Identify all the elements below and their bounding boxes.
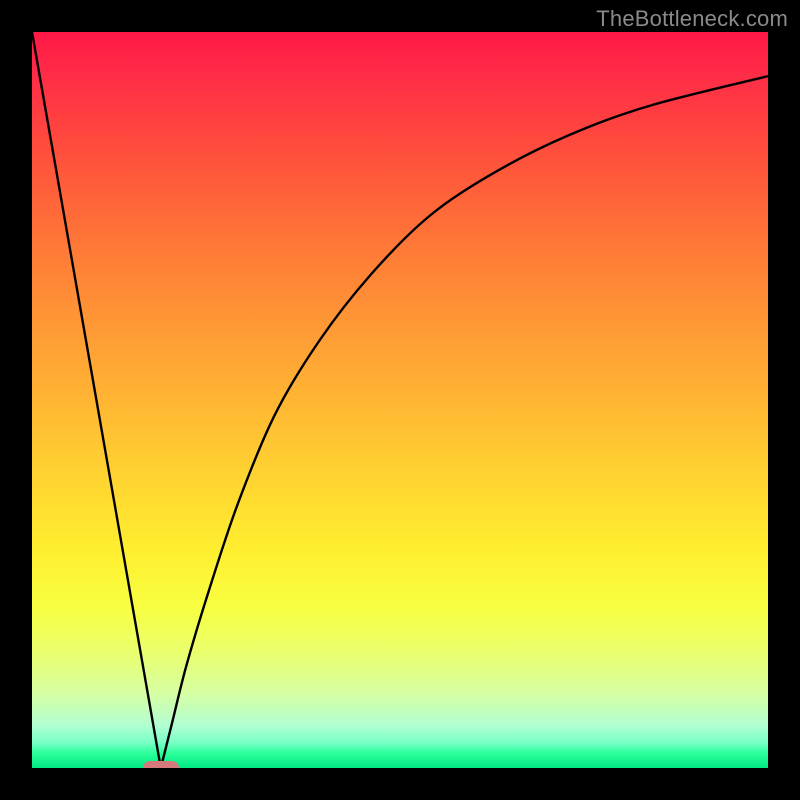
plot-area (32, 32, 768, 768)
right-curve-line (161, 76, 768, 768)
trough-marker (143, 761, 179, 768)
watermark-text: TheBottleneck.com (596, 6, 788, 32)
curve-layer (32, 32, 768, 768)
left-slope-line (32, 32, 161, 768)
chart-frame: TheBottleneck.com (0, 0, 800, 800)
